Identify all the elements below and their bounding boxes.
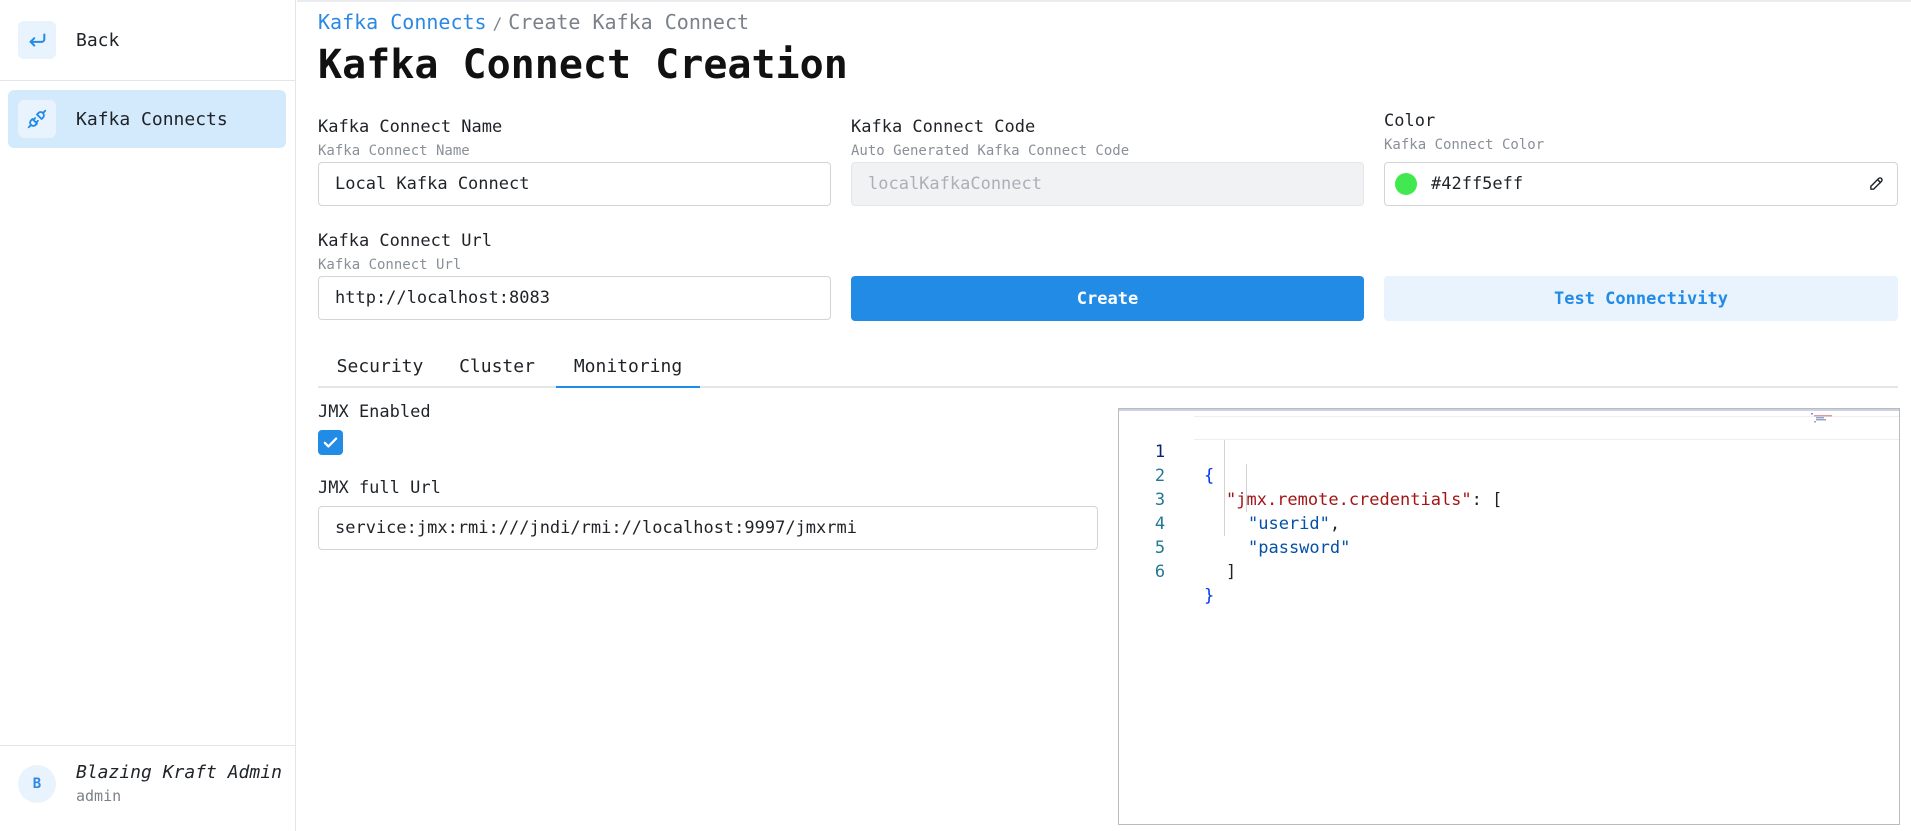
avatar: B bbox=[18, 764, 56, 803]
color-value: #42ff5eff bbox=[1431, 174, 1524, 194]
sidebar-divider bbox=[0, 80, 295, 81]
sidebar-item-kafka-connects[interactable]: Kafka Connects bbox=[8, 90, 286, 148]
color-swatch bbox=[1395, 173, 1417, 195]
code-line-1: 1 { bbox=[1119, 416, 1899, 486]
create-button[interactable]: Create bbox=[851, 276, 1364, 321]
sidebar: Back Kafka Connects B Blazing Kraft Admi… bbox=[0, 0, 296, 831]
breadcrumb-link-kafka-connects[interactable]: Kafka Connects bbox=[318, 10, 487, 34]
code-label: Kafka Connect Code bbox=[851, 117, 1036, 137]
back-label: Back bbox=[76, 29, 120, 51]
plug-icon bbox=[18, 100, 56, 138]
name-input[interactable]: Local Kafka Connect bbox=[318, 162, 831, 206]
pencil-icon[interactable] bbox=[1868, 175, 1885, 197]
code-text: ] bbox=[1226, 562, 1237, 582]
user-role: admin bbox=[76, 787, 122, 805]
breadcrumb: Kafka Connects / Create Kafka Connect bbox=[318, 10, 749, 34]
arrow-back-icon bbox=[18, 21, 56, 59]
url-description: Kafka Connect Url bbox=[318, 257, 462, 273]
tab-security[interactable]: Security bbox=[318, 346, 442, 386]
url-input[interactable]: http://localhost:8083 bbox=[318, 276, 831, 320]
code-input: localKafkaConnect bbox=[851, 162, 1364, 206]
color-label: Color bbox=[1384, 111, 1436, 131]
editor-top-border bbox=[1119, 409, 1899, 411]
line-number: 6 bbox=[1154, 562, 1166, 582]
code-line-4: 4 "password" bbox=[1119, 488, 1899, 558]
code-line-2: 2 "jmx.remote.credentials": [ bbox=[1119, 440, 1899, 510]
top-border bbox=[297, 0, 1911, 2]
tab-monitoring[interactable]: Monitoring bbox=[556, 346, 700, 388]
code-line-3: 3 "userid", bbox=[1119, 464, 1899, 534]
breadcrumb-current: Create Kafka Connect bbox=[508, 10, 750, 34]
back-button[interactable]: Back bbox=[8, 10, 286, 70]
code-description: Auto Generated Kafka Connect Code bbox=[851, 143, 1130, 159]
user-text: Blazing Kraft Admin admin bbox=[76, 762, 282, 805]
user-profile[interactable]: B Blazing Kraft Admin admin bbox=[18, 762, 282, 805]
color-description: Kafka Connect Color bbox=[1384, 137, 1545, 153]
code-line-6: 6 } bbox=[1119, 536, 1899, 606]
user-name: Blazing Kraft Admin bbox=[76, 762, 282, 783]
checkmark-icon bbox=[323, 437, 338, 448]
url-label: Kafka Connect Url bbox=[318, 231, 492, 251]
jmx-enabled-checkbox[interactable] bbox=[318, 430, 343, 455]
tab-bar: Security Cluster Monitoring bbox=[318, 346, 1898, 388]
sidebar-item-label: Kafka Connects bbox=[76, 108, 228, 130]
name-description: Kafka Connect Name bbox=[318, 143, 470, 159]
sidebar-footer-divider bbox=[0, 745, 295, 746]
json-editor[interactable]: 1 { 2 "jmx.remote.credentials": [ 3 "use… bbox=[1118, 408, 1900, 825]
jmx-url-label: JMX full Url bbox=[318, 478, 441, 498]
code-text: } bbox=[1204, 586, 1215, 606]
jmx-enabled-label: JMX Enabled bbox=[318, 402, 431, 422]
jmx-url-input[interactable]: service:jmx:rmi:///jndi/rmi://localhost:… bbox=[318, 506, 1098, 550]
page-title: Kafka Connect Creation bbox=[318, 42, 848, 88]
name-label: Kafka Connect Name bbox=[318, 117, 503, 137]
color-input[interactable]: #42ff5eff bbox=[1384, 162, 1898, 206]
test-connectivity-button[interactable]: Test Connectivity bbox=[1384, 276, 1898, 321]
tab-cluster[interactable]: Cluster bbox=[442, 346, 552, 386]
breadcrumb-separator: / bbox=[492, 14, 503, 33]
code-line-5: 5 ] bbox=[1119, 512, 1899, 582]
